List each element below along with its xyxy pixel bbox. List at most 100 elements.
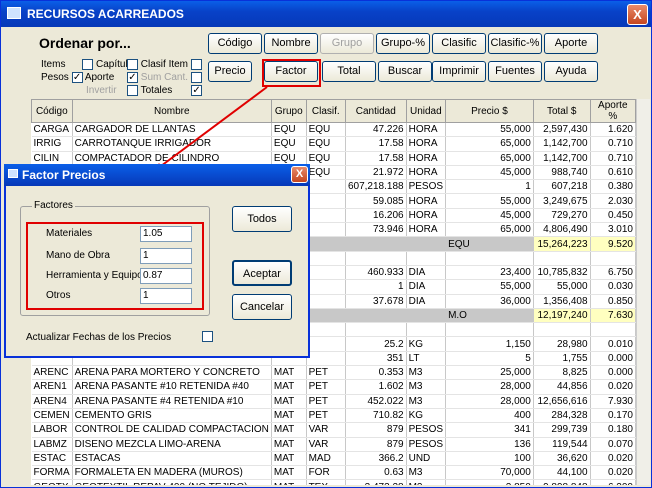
table-row[interactable]: LABMZ DISENO MEZCLA LIMO-ARENA MAT VAR 879 PE… [31, 437, 636, 452]
sort-grupo-pct-button[interactable]: Grupo-% [376, 33, 430, 54]
table-cell [306, 251, 346, 266]
table-cell: 879 [345, 437, 407, 452]
ayuda-button[interactable]: Ayuda [544, 61, 598, 82]
table-row[interactable]: AREN1 ARENA PASANTE #10 RETENIDA #40 MAT PE… [31, 379, 636, 395]
table-cell: 0.020 [590, 451, 636, 467]
clasif-item-check[interactable]: Clasif Item [127, 59, 202, 71]
table-cell: 2,597,430 [533, 122, 591, 138]
sort-clasific-button[interactable]: Clasific [432, 33, 486, 54]
table-cell: PET [306, 394, 346, 409]
table-row[interactable]: ARENC ARENA PARA MORTERO Y CONCRETO MAT PET… [31, 365, 636, 381]
table-cell: 1.602 [345, 379, 407, 395]
materiales-input[interactable]: 1.05 [140, 226, 192, 242]
pesos-check[interactable]: Pesos ✓ Aporte [41, 72, 114, 84]
close-button[interactable]: X [627, 4, 648, 25]
dialog-close-button[interactable]: X [291, 166, 308, 183]
buscar-button[interactable]: Buscar [378, 61, 432, 82]
table-row[interactable]: ESTAC ESTACAS MAT MAD 366.2 UND 100 36,620 0.020 [31, 451, 636, 467]
table-cell: 284,328 [533, 408, 591, 424]
table-cell: 0.180 [590, 422, 636, 438]
table-cell: VAR [306, 437, 346, 452]
sort-aporte-button[interactable]: Aporte [544, 33, 598, 54]
table-row[interactable]: CARGA CARGADOR DE LLANTAS EQU EQU 47.226 HORA… [31, 122, 636, 138]
clasif-item-checkbox[interactable] [127, 59, 138, 70]
table-cell: 0.010 [590, 336, 636, 352]
table-cell: 36,620 [533, 451, 591, 467]
table-row[interactable]: AREN4 ARENA PASANTE #4 RETENIDA #10 MAT PET… [31, 394, 636, 409]
table-cell: 0.170 [590, 408, 636, 424]
table-row[interactable]: GEOTXGEOTEXTIL REPAV 400 (NO TEJIDO)MATT… [31, 479, 636, 485]
table-cell: 1,356,408 [533, 294, 591, 309]
actualizar-checkbox[interactable] [202, 331, 213, 342]
sort-grupo-button[interactable]: Grupo [320, 33, 374, 54]
table-cell: MAT [271, 365, 307, 381]
table-cell: MAD [306, 451, 346, 467]
column-header[interactable]: Total $ [532, 99, 591, 123]
table-cell: HORA [406, 222, 447, 238]
precio-button[interactable]: Precio [208, 61, 252, 82]
table-cell: FORMA [31, 465, 73, 481]
vertical-scrollbar[interactable] [636, 99, 650, 485]
table-cell [306, 208, 346, 224]
materiales-label: Materiales [46, 228, 93, 239]
column-header[interactable]: Cantidad [344, 99, 407, 123]
table-cell [306, 294, 346, 309]
table-row[interactable]: LABOR CONTROL DE CALIDAD COMPACTACION MAT V… [31, 422, 636, 438]
invertir-label: Invertir [86, 85, 117, 96]
table-cell: 59.085 [345, 193, 407, 209]
aceptar-button[interactable]: Aceptar [232, 260, 292, 286]
table-cell: 1,142,700 [533, 151, 591, 166]
total-button[interactable]: Total [322, 61, 376, 82]
table-cell [306, 322, 346, 338]
column-header[interactable]: Aporte % [589, 99, 636, 123]
aporte-checkbox[interactable]: ✓ [127, 72, 138, 83]
todos-button[interactable]: Todos [232, 206, 292, 232]
table-cell [306, 308, 346, 324]
app-icon [7, 7, 21, 19]
table-cell [306, 351, 346, 367]
table-cell: 607,218 [533, 179, 591, 195]
column-header[interactable]: Código [31, 99, 73, 123]
otros-input[interactable]: 1 [140, 288, 192, 304]
clasif-item-box2[interactable] [190, 59, 202, 70]
table-cell: 9.520 [590, 236, 636, 252]
column-header[interactable]: Clasif. [305, 99, 346, 123]
table-cell: 3,249,675 [533, 193, 591, 209]
table-cell: 44,856 [533, 379, 591, 395]
table-row[interactable]: FORMA FORMALETA EN MADERA (MUROS) MAT FOR 0.… [31, 465, 636, 481]
capitulos-checkbox[interactable] [82, 59, 94, 70]
pesos-checkbox[interactable]: ✓ [71, 72, 83, 83]
table-cell: DIA [406, 265, 447, 281]
table-cell: LABOR [31, 422, 73, 438]
table-cell [306, 222, 346, 238]
table-cell: EQU [306, 122, 346, 138]
column-header[interactable]: Precio $ [445, 99, 534, 123]
mano-obra-input[interactable]: 1 [140, 248, 192, 264]
table-cell: 351 [345, 351, 407, 367]
table-cell: 23,400 [445, 265, 534, 281]
herramienta-input[interactable]: 0.87 [140, 268, 192, 284]
table-cell: 70,000 [445, 465, 534, 481]
table-cell: 119,544 [533, 437, 591, 452]
table-cell: 21.972 [345, 165, 407, 181]
totales-checkbox[interactable] [127, 85, 138, 96]
table-cell [345, 322, 407, 338]
items-check[interactable]: Items Capítulos [41, 59, 138, 71]
sort-clasific-pct-button[interactable]: Clasific-% [488, 33, 542, 54]
table-cell: M3 [406, 394, 447, 409]
cancelar-button[interactable]: Cancelar [232, 294, 292, 320]
fuentes-button[interactable]: Fuentes [488, 61, 542, 82]
column-header[interactable]: Unidad [405, 99, 447, 123]
sort-nombre-button[interactable]: Nombre [264, 33, 318, 54]
imprimir-button[interactable]: Imprimir [432, 61, 486, 82]
table-cell: 17.58 [345, 136, 407, 152]
table-cell: M3 [406, 379, 447, 395]
table-cell: ARENA PASANTE #4 RETENIDA #10 [72, 394, 272, 409]
sort-codigo-button[interactable]: Código [208, 33, 262, 54]
table-row[interactable]: IRRIG CARROTANQUE IRRIGADOR EQU EQU 17.58 HOR… [31, 136, 636, 152]
table-cell: CEMEN [31, 408, 73, 424]
table-cell: MAT [271, 422, 307, 438]
table-cell: ESTAC [31, 451, 73, 467]
table-row[interactable]: CEMEN CEMENTO GRIS MAT PET 710.82 KG 400 284,32… [31, 408, 636, 424]
table-cell: DISENO MEZCLA LIMO-ARENA [72, 437, 272, 452]
